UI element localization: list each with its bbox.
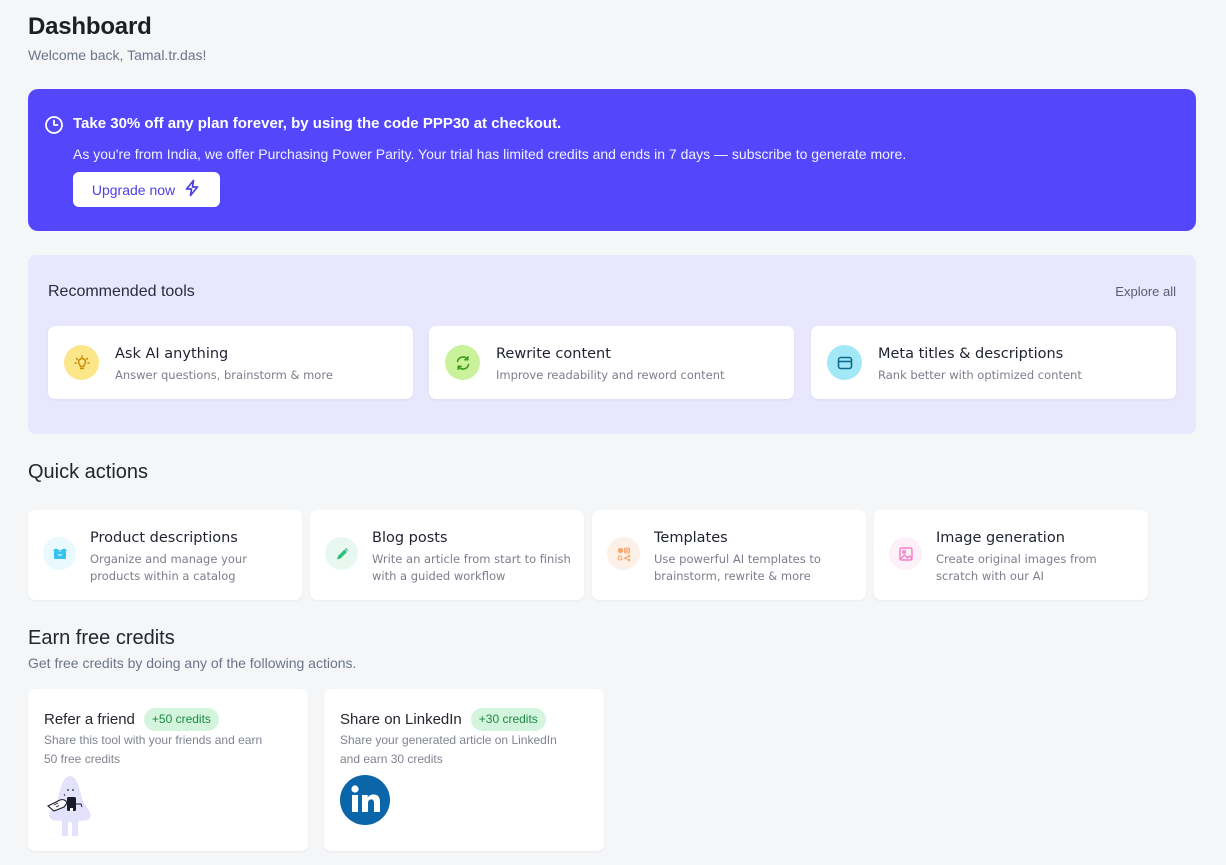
quick-action-title: Blog posts: [372, 530, 448, 546]
quick-action-description: Organize and manage your products within…: [90, 552, 247, 583]
box-icon: [43, 537, 76, 570]
tool-card-ask-ai[interactable]: Ask AI anything Answer questions, brains…: [48, 326, 413, 399]
credits-badge: +30 credits: [470, 708, 546, 731]
quick-action-title: Product descriptions: [90, 530, 238, 546]
promo-headline-suffix: at checkout.: [469, 115, 562, 132]
lightning-icon: [183, 179, 201, 200]
tool-title: Meta titles & descriptions: [878, 346, 1064, 362]
social-templates-icon: G: [607, 537, 640, 570]
earn-card-title: Refer a friend +50 credits: [44, 708, 219, 731]
earn-card-title-text: Share on LinkedIn: [340, 711, 462, 728]
tool-title: Ask AI anything: [115, 346, 229, 362]
earn-credits-subtitle: Get free credits by doing any of the fol…: [28, 655, 357, 671]
browser-window-icon: [827, 345, 862, 380]
quick-action-blog-posts[interactable]: Blog posts Write an article from start t…: [310, 510, 584, 600]
earn-card-description-line: Share your generated article on LinkedIn: [340, 733, 557, 747]
promo-code: PPP30: [422, 115, 470, 132]
svg-text:G: G: [617, 555, 623, 562]
credits-badge: +50 credits: [143, 708, 219, 731]
quick-action-product-descriptions[interactable]: Product descriptions Organize and manage…: [28, 510, 302, 600]
upgrade-now-label: Upgrade now: [91, 181, 176, 198]
tool-card-meta-titles[interactable]: Meta titles & descriptions Rank better w…: [811, 326, 1176, 399]
earn-card-description: Share your generated article on LinkedIn…: [340, 731, 557, 769]
earn-card-description-line: and earn 30 credits: [340, 752, 443, 766]
explore-all-link[interactable]: Explore all: [1115, 284, 1176, 299]
linkedin-logo[interactable]: [340, 775, 390, 825]
refer-friend-illustration: [44, 772, 96, 843]
promo-headline-prefix: Take 30% off any plan forever, by using …: [73, 115, 423, 132]
tool-description: Answer questions, brainstorm & more: [115, 368, 333, 382]
quick-action-description: Use powerful AI templates to brainstorm,…: [654, 552, 821, 583]
quick-action-description: Create original images from scratch with…: [936, 552, 1097, 583]
quick-actions-heading: Quick actions: [28, 461, 149, 483]
pencil-icon: [325, 537, 358, 570]
tool-description: Improve readability and reword content: [496, 368, 725, 382]
tool-title: Rewrite content: [496, 346, 611, 362]
quick-action-description: Write an article from start to finish wi…: [372, 552, 571, 583]
earn-card-title: Share on LinkedIn +30 credits: [340, 708, 546, 731]
quick-action-title: Image generation: [936, 530, 1065, 546]
image-icon: [889, 537, 922, 570]
recommended-tools-section: Recommended tools Explore all Ask AI any…: [28, 255, 1196, 434]
earn-card-description-line: 50 free credits: [44, 752, 121, 766]
tool-card-rewrite-content[interactable]: Rewrite content Improve readability and …: [429, 326, 794, 399]
tool-description: Rank better with optimized content: [878, 368, 1082, 382]
recommended-tools-heading: Recommended tools: [48, 283, 195, 300]
earn-card-description: Share this tool with your friends and ea…: [44, 731, 262, 769]
lightbulb-icon: [64, 345, 99, 380]
upgrade-now-button[interactable]: Upgrade now: [73, 172, 220, 207]
earn-card-share-linkedin[interactable]: Share on LinkedIn +30 credits Share your…: [324, 689, 604, 851]
clock-icon: [44, 115, 64, 135]
earn-card-description-line: Share this tool with your friends and ea…: [44, 733, 263, 747]
page-title: Dashboard: [28, 13, 152, 40]
promo-banner: Take 30% off any plan forever, by using …: [28, 89, 1196, 231]
quick-action-title: Templates: [654, 530, 728, 546]
quick-action-templates[interactable]: G Templates Use powerful AI templates to…: [592, 510, 866, 600]
refresh-icon: [445, 345, 480, 380]
quick-action-image-generation[interactable]: Image generation Create original images …: [874, 510, 1148, 600]
promo-headline: Take 30% off any plan forever, by using …: [73, 115, 561, 132]
earn-card-title-text: Refer a friend: [44, 711, 135, 728]
welcome-message: Welcome back, Tamal.tr.das!: [28, 47, 207, 63]
promo-body: As you're from India, we offer Purchasin…: [73, 146, 907, 162]
earn-credits-heading: Earn free credits: [28, 627, 175, 649]
earn-card-refer-friend[interactable]: Refer a friend +50 credits Share this to…: [28, 689, 308, 851]
